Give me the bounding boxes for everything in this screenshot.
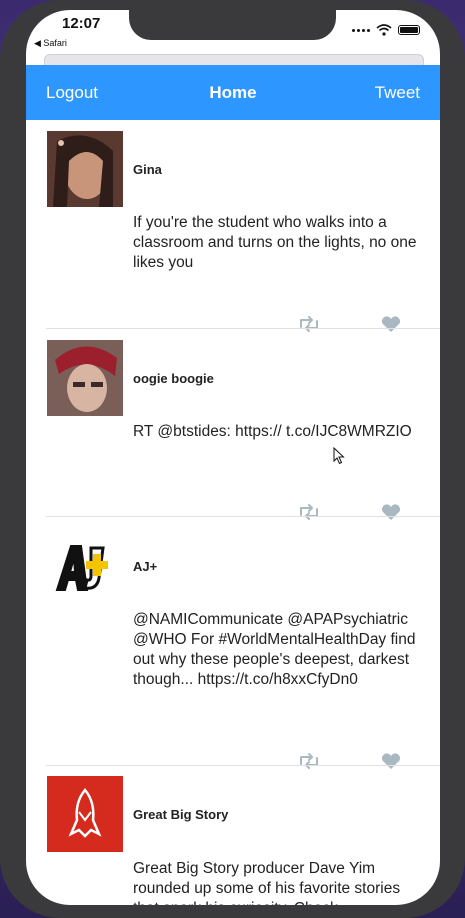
wifi-icon [376, 24, 392, 36]
tweet-text: RT @btstides: https:// t.co/IJC8WMRZIO [133, 423, 412, 440]
tweet-author: Great Big Story [133, 807, 229, 822]
tweet-cell[interactable]: Gina If you're the student who walks int… [26, 120, 440, 332]
screen: 12:07 ◀ Safari Logout Home Tweet Gina If… [26, 10, 440, 905]
tweet-cell[interactable]: AJ+ @NAMICommunicate @APAPsychiatric @WH… [26, 517, 440, 769]
mouse-cursor-icon [333, 447, 345, 465]
status-icons [352, 24, 420, 36]
signal-icon [352, 28, 370, 32]
avatar[interactable] [47, 131, 123, 207]
avatar[interactable] [47, 528, 123, 604]
tweet-cell[interactable]: oogie boogie RT @btstides: https:// t.co… [26, 329, 440, 520]
back-to-safari-link[interactable]: ◀ Safari [34, 38, 67, 49]
status-time: 12:07 [62, 15, 101, 32]
tweet-cell[interactable]: Great Big Story Great Big Story producer… [26, 766, 440, 905]
battery-icon [398, 25, 420, 35]
tweet-author: oogie boogie [133, 371, 214, 386]
tweet-compose-button[interactable]: Tweet [375, 83, 420, 103]
navigation-bar: Logout Home Tweet [26, 65, 440, 120]
phone-frame: 12:07 ◀ Safari Logout Home Tweet Gina If… [0, 0, 465, 918]
avatar[interactable] [47, 776, 123, 852]
avatar[interactable] [47, 340, 123, 416]
tweet-author: AJ+ [133, 559, 158, 574]
device-notch [129, 10, 336, 40]
logout-button[interactable]: Logout [46, 83, 98, 103]
tweet-text: Great Big Story producer Dave Yim rounde… [133, 860, 401, 905]
tweet-text: If you're the student who walks into a c… [133, 214, 417, 271]
tweet-author: Gina [133, 162, 162, 177]
tweet-text: @NAMICommunicate @APAPsychiatric @WHO Fo… [133, 611, 416, 688]
page-title: Home [209, 83, 257, 102]
